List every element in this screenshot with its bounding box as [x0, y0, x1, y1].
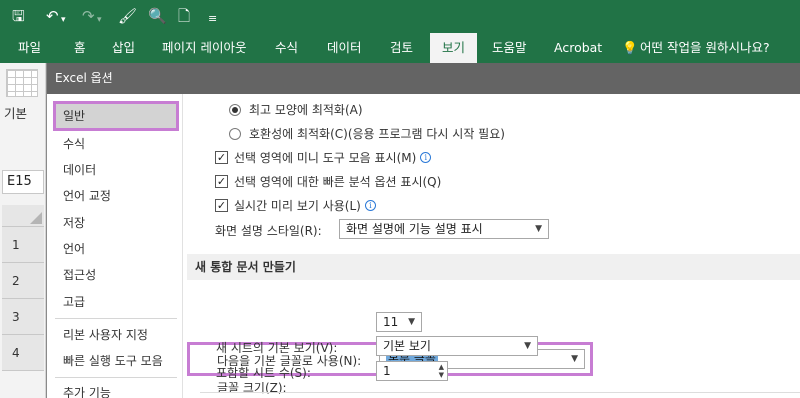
sheet-count-label: 포함할 시트 수(S):	[216, 366, 311, 380]
chevron-down-icon: ▼	[535, 224, 542, 234]
redo-icon[interactable]: ↷	[82, 7, 95, 25]
info-icon[interactable]: i	[364, 200, 376, 211]
row-header[interactable]: 3	[2, 299, 44, 335]
tab-page-layout[interactable]: 페이지 레이아웃	[162, 33, 246, 63]
tell-me-search[interactable]: 어떤 작업을 원하시나요?	[640, 33, 770, 63]
radio-best-appearance[interactable]: 최고 모양에 최적화(A)	[229, 101, 363, 118]
nav-item-general[interactable]: 일반	[53, 101, 179, 131]
radio-selected-icon[interactable]	[229, 103, 241, 116]
radio-unselected-icon[interactable]	[229, 127, 241, 140]
print-preview-icon[interactable]: 🔍	[148, 7, 167, 25]
sheet-area: 기본 E15 1 2 3 4	[0, 63, 46, 398]
checkmark-icon[interactable]: ✓	[215, 151, 228, 164]
undo-icon[interactable]: ↶	[46, 7, 59, 25]
default-view-label: 새 시트의 기본 보기(V):	[216, 341, 338, 355]
dialog-title: Excel 옵션	[47, 63, 800, 94]
font-size-label: 글꼴 크기(Z):	[217, 381, 287, 395]
tab-help[interactable]: 도움말	[492, 33, 527, 63]
screentip-style-value: 화면 설명에 기능 설명 표시	[346, 222, 483, 236]
tab-insert[interactable]: 삽입	[112, 33, 135, 63]
tab-acrobat[interactable]: Acrobat	[554, 33, 602, 63]
chevron-down-icon: ▼	[571, 354, 578, 364]
nav-divider	[55, 318, 177, 319]
chevron-down-icon: ▼	[408, 317, 415, 327]
checkmark-icon[interactable]: ✓	[215, 199, 228, 212]
redo-dropdown-icon[interactable]: ▾	[97, 11, 102, 29]
nav-item-customize-ribbon[interactable]: 리본 사용자 지정	[55, 322, 177, 348]
radio-best-appearance-label: 최고 모양에 최적화(A)	[249, 103, 363, 117]
brush-icon[interactable]: 🖌	[118, 7, 137, 25]
checkbox-mini-toolbar[interactable]: ✓ 선택 영역에 미니 도구 모음 표시(M) i	[215, 149, 432, 166]
section-divider	[200, 392, 800, 393]
tab-view[interactable]: 보기	[430, 33, 478, 63]
ribbon-tabs: 파일 홈 삽입 페이지 레이아웃 수식 데이터 검토 보기 도움말 Acroba…	[0, 33, 800, 63]
name-box[interactable]: E15	[2, 170, 44, 194]
info-icon[interactable]: i	[420, 152, 432, 163]
qat-customize-icon[interactable]: ≡	[208, 10, 217, 28]
nav-item-quick-access[interactable]: 빠른 실행 도구 모음	[55, 348, 177, 374]
font-size-select[interactable]: 11 ▼	[376, 312, 422, 332]
select-all-corner[interactable]	[2, 205, 44, 227]
grid-icon	[6, 69, 38, 97]
view-label: 기본	[4, 106, 28, 121]
tab-file[interactable]: 파일	[18, 33, 41, 63]
checkbox-mini-toolbar-label: 선택 영역에 미니 도구 모음 표시(M)	[234, 151, 417, 165]
screentip-style-select[interactable]: 화면 설명에 기능 설명 표시 ▼	[339, 219, 549, 239]
spinner-arrows-icon[interactable]: ▲ ▼	[439, 363, 444, 379]
options-nav: 일반 수식 데이터 언어 교정 저장 언어 접근성 고급 리본 사용자 지정 빠…	[47, 94, 183, 398]
tab-review[interactable]: 검토	[390, 33, 413, 63]
checkbox-quick-analysis-label: 선택 영역에 대한 빠른 분석 옵션 표시(Q)	[234, 175, 442, 189]
checkbox-live-preview[interactable]: ✓ 실시간 미리 보기 사용(L) i	[215, 197, 376, 214]
new-workbook-section-title: 새 통합 문서 만들기	[187, 254, 800, 280]
nav-item-add-ins[interactable]: 추가 기능	[55, 380, 177, 398]
quick-access-toolbar: 🖫 ↶ ▾ ↷ ▾ 🖌 🔍 🗋 ≡	[0, 0, 800, 33]
lightbulb-icon: 💡	[622, 40, 638, 55]
checkbox-live-preview-label: 실시간 미리 보기 사용(L)	[234, 199, 361, 213]
nav-item-proofing[interactable]: 언어 교정	[55, 183, 177, 209]
new-file-icon[interactable]: 🗋	[178, 7, 190, 25]
font-size-value: 11	[383, 315, 399, 329]
undo-dropdown-icon[interactable]: ▾	[61, 11, 66, 29]
default-view-select[interactable]: 기본 보기 ▼	[376, 336, 538, 356]
tab-home[interactable]: 홈	[74, 33, 86, 63]
nav-item-data[interactable]: 데이터	[55, 157, 177, 183]
nav-divider	[55, 377, 177, 378]
save-icon[interactable]: 🖫	[12, 7, 25, 25]
sheet-count-value: 1	[383, 364, 391, 378]
nav-item-formulas[interactable]: 수식	[55, 131, 177, 157]
tab-data[interactable]: 데이터	[327, 33, 362, 63]
checkbox-quick-analysis[interactable]: ✓ 선택 영역에 대한 빠른 분석 옵션 표시(Q)	[215, 173, 441, 190]
row-header[interactable]: 2	[2, 263, 44, 299]
nav-item-accessibility[interactable]: 접근성	[55, 262, 177, 288]
default-view-value: 기본 보기	[383, 339, 431, 353]
row-header[interactable]: 1	[2, 227, 44, 263]
sheet-count-spinner[interactable]: 1 ▲ ▼	[376, 361, 448, 381]
nav-item-save[interactable]: 저장	[55, 210, 177, 236]
tab-formulas[interactable]: 수식	[275, 33, 298, 63]
row-header[interactable]: 4	[2, 335, 44, 371]
screentip-label: 화면 설명 스타일(R):	[215, 224, 322, 238]
nav-item-advanced[interactable]: 고급	[55, 289, 177, 315]
checkmark-icon[interactable]: ✓	[215, 175, 228, 188]
radio-compatibility-label: 호환성에 최적화(C)(응용 프로그램 다시 시작 필요)	[249, 127, 505, 141]
nav-item-language[interactable]: 언어	[55, 236, 177, 262]
chevron-down-icon: ▼	[524, 341, 531, 351]
select-all-triangle-icon	[30, 212, 42, 224]
radio-compatibility[interactable]: 호환성에 최적화(C)(응용 프로그램 다시 시작 필요)	[229, 125, 505, 142]
